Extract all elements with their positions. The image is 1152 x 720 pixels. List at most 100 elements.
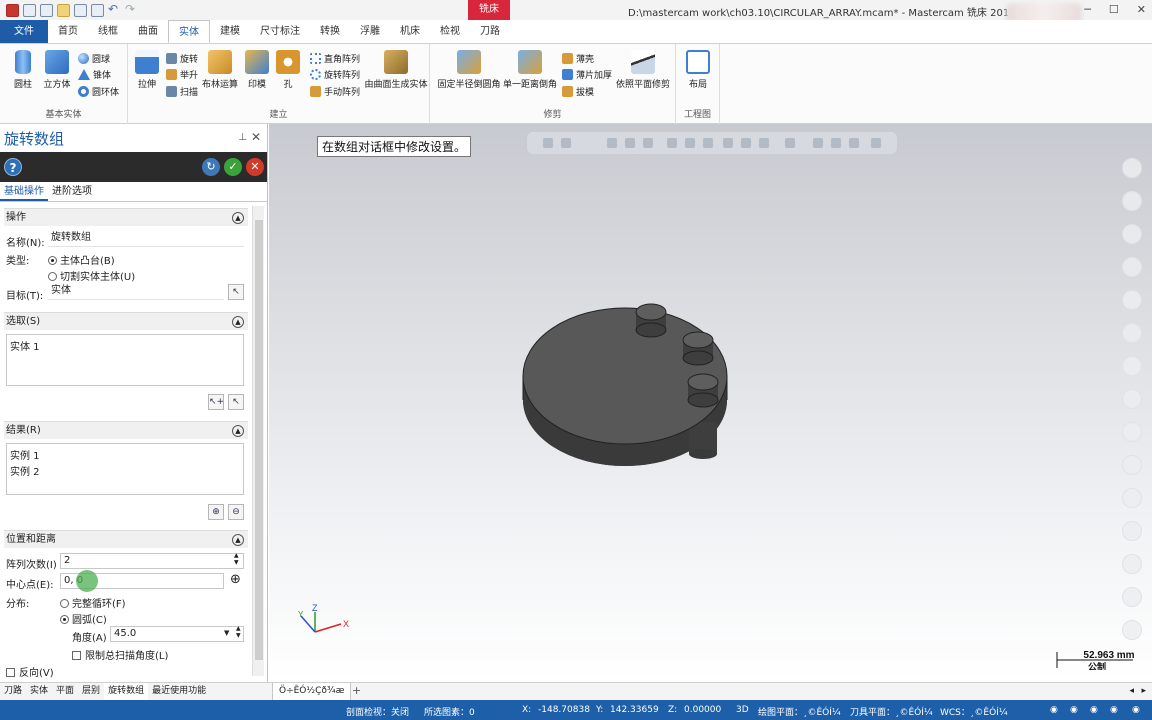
trim-to-plane-button[interactable]: 依照平面修剪 bbox=[614, 50, 672, 90]
help-icon[interactable]: ? bbox=[4, 158, 22, 176]
loft-button[interactable]: 举升 bbox=[166, 68, 198, 81]
result-remove-icon[interactable]: ⊖ bbox=[228, 504, 244, 520]
draft-button[interactable]: 拔模 bbox=[562, 85, 594, 98]
section-operation[interactable]: 操作 ▲ bbox=[4, 208, 248, 226]
graphics-viewport[interactable]: 在数组对话框中修改设置。 Z Y X 52.963 mm 公制 bbox=[269, 124, 1152, 682]
cancel-tool-icon[interactable] bbox=[1122, 620, 1142, 640]
draw-plane-status[interactable]: 绘图平面：¸©ÊÓÍ¼ bbox=[758, 705, 841, 718]
section-selection[interactable]: 选取(S) ▲ bbox=[4, 312, 248, 330]
selection-list[interactable]: 实体 1 bbox=[6, 334, 244, 386]
collapse-icon[interactable]: ▲ bbox=[232, 212, 244, 224]
reverse-checkbox[interactable]: 反向(V) bbox=[6, 664, 54, 679]
new-file-icon[interactable] bbox=[23, 3, 36, 17]
print-icon[interactable] bbox=[74, 3, 87, 17]
cylinder-button[interactable]: 圆柱 bbox=[8, 50, 38, 90]
collapse-icon[interactable]: ▲ bbox=[232, 534, 244, 546]
layer-tool-icon[interactable] bbox=[1122, 455, 1142, 475]
save-icon[interactable] bbox=[40, 3, 53, 17]
tab-11[interactable]: 刀路 bbox=[470, 20, 510, 43]
tab-3[interactable]: 曲面 bbox=[128, 20, 168, 43]
target-select-icon[interactable]: ↖ bbox=[228, 284, 244, 300]
cube-button[interactable]: 立方体 bbox=[40, 50, 74, 90]
ok-icon[interactable]: ✓ bbox=[224, 158, 242, 176]
tab-10[interactable]: 检视 bbox=[430, 20, 470, 43]
list-item[interactable]: 实例 1 bbox=[10, 447, 240, 463]
section-result[interactable]: 结果(R) ▲ bbox=[4, 421, 248, 439]
status-icon[interactable]: ◉ bbox=[1050, 705, 1058, 715]
tab-4[interactable]: 实体 bbox=[168, 20, 210, 43]
radio-selected[interactable] bbox=[60, 615, 69, 624]
tab-8[interactable]: 浮雕 bbox=[350, 20, 390, 43]
view-tool-icon[interactable] bbox=[1122, 422, 1142, 442]
tab-levels[interactable]: 层别 bbox=[78, 683, 104, 700]
sphere-button[interactable]: 圆球 bbox=[78, 52, 110, 65]
tab-solids[interactable]: 实体 bbox=[26, 683, 52, 700]
checkbox[interactable] bbox=[6, 668, 15, 677]
print-preview-icon[interactable] bbox=[91, 3, 104, 17]
limit-sweep-checkbox[interactable]: 限制总扫描角度(L) bbox=[72, 647, 168, 662]
maximize-icon[interactable]: ☐ bbox=[1109, 3, 1119, 16]
tab-recent-functions[interactable]: 最近使用功能 bbox=[148, 683, 210, 700]
tab-toolpaths[interactable]: 刀路 bbox=[0, 683, 26, 700]
add-selection-icon[interactable]: ↖+ bbox=[208, 394, 224, 410]
shell-button[interactable]: 薄壳 bbox=[562, 52, 594, 65]
reselect-icon[interactable]: ↖ bbox=[228, 394, 244, 410]
status-icon[interactable]: ◉ bbox=[1132, 705, 1140, 715]
manual-array-button[interactable]: 手动阵列 bbox=[310, 85, 360, 98]
result-add-icon[interactable]: ⊕ bbox=[208, 504, 224, 520]
tab-6[interactable]: 尺寸标注 bbox=[250, 20, 310, 43]
collapse-icon[interactable]: ▲ bbox=[232, 316, 244, 328]
tab-0[interactable]: 文件 bbox=[0, 20, 48, 43]
torus-button[interactable]: 圆环体 bbox=[78, 85, 119, 98]
dimension-tool-icon[interactable] bbox=[1122, 323, 1142, 343]
result-list[interactable]: 实例 1 实例 2 bbox=[6, 443, 244, 495]
wcs-status[interactable]: WCS：¸©ÊÓÍ¼ bbox=[940, 705, 1008, 718]
radio-unselected[interactable] bbox=[48, 272, 57, 281]
pin-icon[interactable]: ⊥ bbox=[238, 132, 247, 143]
tab-7[interactable]: 转换 bbox=[310, 20, 350, 43]
status-icon[interactable]: ◉ bbox=[1090, 705, 1098, 715]
tab-advanced[interactable]: 进阶选项 bbox=[48, 182, 96, 201]
solid-model[interactable]: Z Y X bbox=[269, 124, 1152, 682]
redo-icon[interactable]: ↷ bbox=[125, 3, 138, 17]
angle-dropdown-icon[interactable]: ▼ bbox=[224, 629, 229, 637]
status-icon[interactable]: ◉ bbox=[1110, 705, 1118, 715]
tab-rotate-array[interactable]: 旋转数组 bbox=[104, 683, 149, 700]
target-field[interactable]: 实体 bbox=[48, 284, 224, 300]
chamfer-button[interactable]: 单一距离倒角 bbox=[502, 50, 558, 90]
fixed-fillet-button[interactable]: 固定半径倒圆角 bbox=[436, 50, 502, 90]
radio-unselected[interactable] bbox=[60, 599, 69, 608]
angle-spin-icon[interactable]: ▲ ▼ bbox=[236, 625, 241, 639]
tab-basic[interactable]: 基础操作 bbox=[0, 182, 48, 201]
zoom-in-icon[interactable] bbox=[1122, 158, 1142, 178]
collapse-icon[interactable]: ▲ bbox=[232, 425, 244, 437]
curve-tool-icon[interactable] bbox=[1122, 257, 1142, 277]
line-tool-icon[interactable] bbox=[1122, 191, 1142, 211]
tab-1[interactable]: 首页 bbox=[48, 20, 88, 43]
scroll-thumb[interactable] bbox=[255, 220, 263, 660]
trim-tool-icon[interactable] bbox=[1122, 290, 1142, 310]
type-cut-radio[interactable]: 切割实体主体(U) bbox=[48, 268, 135, 283]
arc-radio[interactable]: 圆弧(C) bbox=[60, 611, 107, 626]
thicken-button[interactable]: 薄片加厚 bbox=[562, 68, 612, 81]
scroll-left-icon[interactable]: ◂ bbox=[1125, 683, 1138, 700]
tab-2[interactable]: 线框 bbox=[88, 20, 128, 43]
layout-button[interactable]: 布局 bbox=[682, 50, 714, 90]
panel-scrollbar[interactable] bbox=[252, 206, 264, 676]
rect-array-button[interactable]: 直角阵列 bbox=[310, 52, 360, 65]
list-item[interactable]: 实体 1 bbox=[10, 338, 240, 354]
extrude-button[interactable]: 拉伸 bbox=[132, 50, 162, 90]
undo-icon[interactable]: ↶ bbox=[108, 3, 121, 17]
grid-tool-icon[interactable] bbox=[1122, 521, 1142, 541]
close-icon[interactable]: ✕ bbox=[1137, 3, 1146, 16]
stack-tool-icon[interactable] bbox=[1122, 554, 1142, 574]
revolve-button[interactable]: 旋转 bbox=[166, 52, 198, 65]
add-viewsheet-icon[interactable]: + bbox=[352, 684, 361, 697]
circle-tool-icon[interactable] bbox=[1122, 224, 1142, 244]
sweep-button[interactable]: 扫描 bbox=[166, 85, 198, 98]
checkbox[interactable] bbox=[72, 651, 81, 660]
cone-button[interactable]: 锥体 bbox=[78, 68, 111, 81]
tool-plane-status[interactable]: 刀具平面：¸©ÊÓÍ¼ bbox=[850, 705, 933, 718]
ok-and-create-icon[interactable]: ↻ bbox=[202, 158, 220, 176]
count-stepper[interactable]: 2 bbox=[60, 553, 244, 569]
